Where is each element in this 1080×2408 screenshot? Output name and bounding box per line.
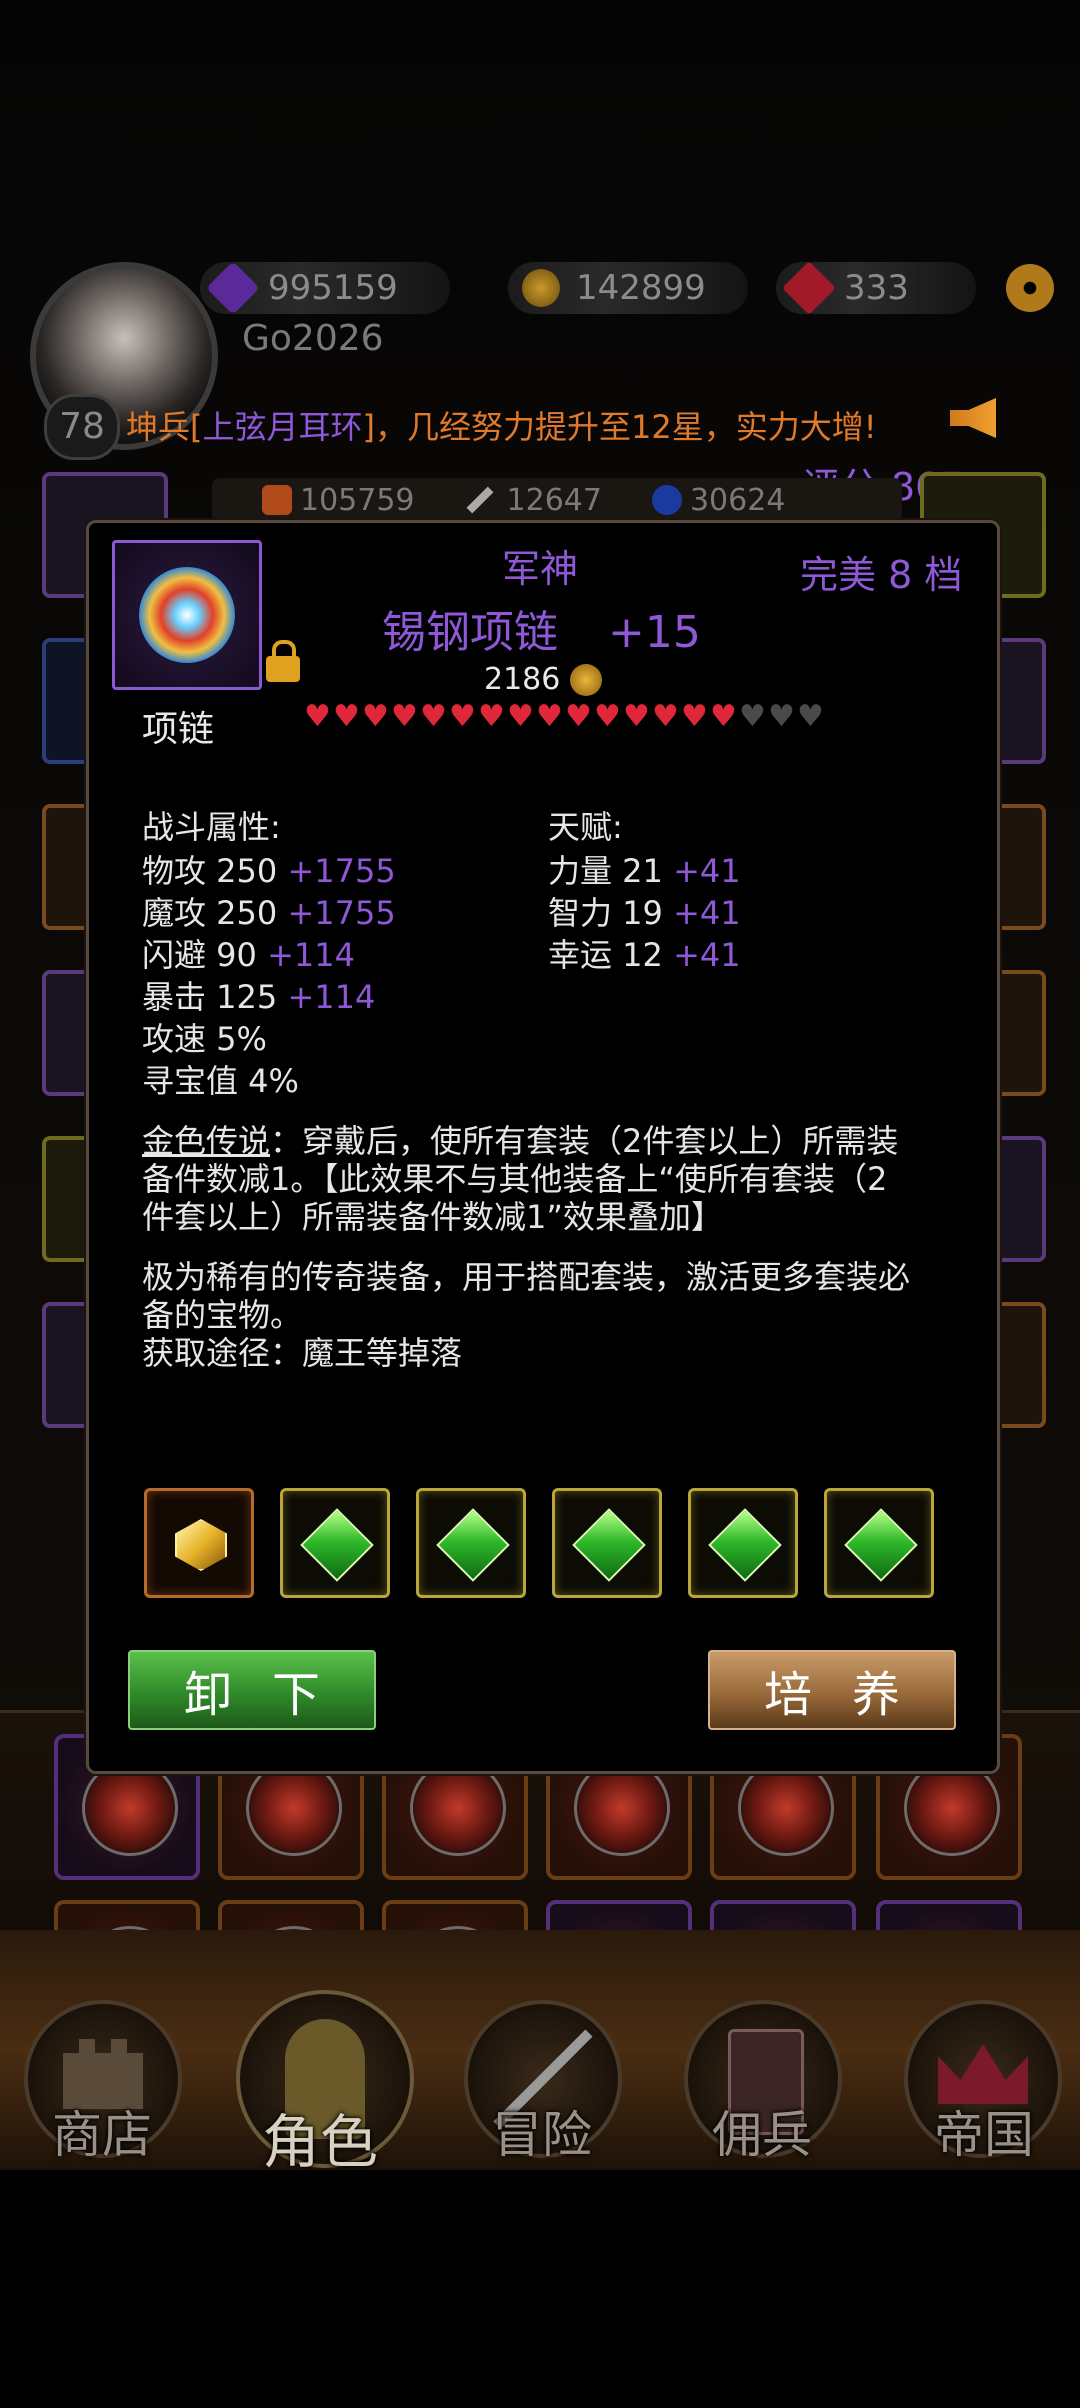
heart-filled-icon: ♥	[478, 699, 505, 734]
nav-label-mercenary: 佣兵	[712, 2106, 812, 2164]
heart-filled-icon: ♥	[652, 699, 679, 734]
heart-filled-icon: ♥	[681, 699, 708, 734]
heart-filled-icon: ♥	[333, 699, 360, 734]
yellow-gem-icon	[175, 1519, 227, 1571]
item-enhance: +15	[608, 607, 701, 658]
heart-filled-icon: ♥	[507, 699, 534, 734]
broadcast-message: 坤兵[上弦月耳环]，几经努力提升至12星，实力大增!	[126, 402, 877, 448]
legend-title: 金色传说	[142, 1122, 271, 1160]
item-rank: 军神	[501, 547, 578, 591]
nav-label-adventure: 冒险	[492, 2106, 592, 2164]
currency-crystal[interactable]: 995159	[200, 261, 450, 315]
item-icon-frame	[112, 540, 262, 690]
gold-coin-icon	[522, 269, 560, 307]
combat-stat: 攻速 5%	[142, 1020, 267, 1058]
broadcast-suffix: ]，几经努力提升至12星，实力大增!	[362, 408, 877, 446]
broadcast-item[interactable]: 上弦月耳环	[203, 408, 363, 446]
gem-socket[interactable]	[416, 1488, 526, 1598]
nav-label-shop: 商店	[52, 2106, 152, 2164]
potion-icon	[651, 485, 682, 515]
green-gem-icon	[844, 1508, 918, 1582]
heart-empty-icon: ♥	[739, 699, 766, 734]
heart-empty-icon: ♥	[797, 699, 824, 734]
combat-stat: 寻宝值 4%	[142, 1062, 299, 1100]
settings-gear-icon[interactable]	[1006, 264, 1054, 312]
heart-filled-icon: ♥	[710, 699, 737, 734]
lock-icon[interactable]	[266, 640, 300, 682]
red-gem-icon	[782, 261, 836, 315]
heart-filled-icon: ♥	[594, 699, 621, 734]
train-button[interactable]: 培养	[708, 1650, 956, 1730]
gem-socket[interactable]	[552, 1488, 662, 1598]
heart-filled-icon: ♥	[362, 699, 389, 734]
gem-socket[interactable]	[688, 1488, 798, 1598]
level-badge: 78	[44, 394, 120, 460]
nav-label-character: 角色	[261, 2108, 378, 2176]
combat-stat: 闪避 90 +114	[142, 936, 355, 974]
combat-title: 战斗属性:	[142, 808, 281, 846]
green-gem-icon	[436, 1508, 510, 1582]
stat-3: 30624	[689, 482, 786, 518]
broadcast-prefix: 坤兵[	[126, 408, 203, 446]
legend-effect: 金色传说：穿戴后，使所有套装（2件套以上）所需装 备件数减1。【此效果不与其他装…	[142, 1122, 899, 1236]
heart-filled-icon: ♥	[536, 699, 563, 734]
currency-gold[interactable]: 142899	[508, 262, 748, 314]
green-gem-icon	[708, 1508, 782, 1582]
stat-2: 12647	[506, 482, 602, 518]
item-grade: 完美 8 档	[800, 553, 963, 597]
heart-filled-icon: ♥	[449, 699, 476, 734]
sword-icon	[466, 486, 493, 514]
combat-stat: 暴击 125 +114	[142, 978, 376, 1016]
coin-icon	[570, 663, 603, 696]
combat-stat: 物攻 250 +1755	[142, 852, 396, 890]
purple-crystal-icon	[206, 261, 260, 315]
item-price: 2186	[484, 662, 561, 697]
gem-socket[interactable]	[824, 1488, 934, 1598]
currency-gem[interactable]: 333	[776, 261, 976, 315]
stats-row: 105759 12647 30624	[212, 478, 902, 522]
green-gem-icon	[572, 1508, 646, 1582]
stat-1: 105759	[300, 482, 415, 518]
gem-socket[interactable]	[280, 1488, 390, 1598]
item-slot-type: 项链	[142, 709, 215, 750]
talent-stat: 智力 19 +41	[548, 894, 741, 932]
currency-gold-value: 142899	[576, 268, 706, 308]
green-gem-icon	[300, 1508, 374, 1582]
talent-stat: 幸运 12 +41	[548, 936, 741, 974]
talent-stat: 力量 21 +41	[548, 852, 741, 890]
item-name: 锡钢项链	[382, 607, 558, 658]
heart-filled-icon: ♥	[304, 699, 331, 734]
heart-filled-icon: ♥	[420, 699, 447, 734]
player-name: Go2026	[242, 318, 384, 359]
heart-empty-icon: ♥	[768, 699, 795, 734]
nav-label-empire: 帝国	[934, 2106, 1034, 2164]
unequip-button[interactable]: 卸下	[128, 1650, 376, 1730]
necklace-icon	[139, 567, 235, 663]
heart-filled-icon: ♥	[565, 699, 592, 734]
currency-crystal-value: 995159	[268, 268, 398, 308]
item-description: 极为稀有的传奇装备，用于搭配套装，激活更多套装必 备的宝物。 获取途径：魔王等掉…	[142, 1258, 911, 1372]
gem-socket[interactable]	[144, 1488, 254, 1598]
heart-filled-icon: ♥	[623, 699, 650, 734]
combat-stat: 魔攻 250 +1755	[142, 894, 396, 932]
item-price-row: 2186	[484, 662, 603, 697]
talent-title: 天赋:	[548, 808, 623, 846]
heart-filled-icon: ♥	[391, 699, 418, 734]
bag-icon	[262, 485, 292, 515]
currency-gem-value: 333	[844, 268, 909, 308]
item-name-row: 锡钢项链 +15	[382, 596, 701, 660]
